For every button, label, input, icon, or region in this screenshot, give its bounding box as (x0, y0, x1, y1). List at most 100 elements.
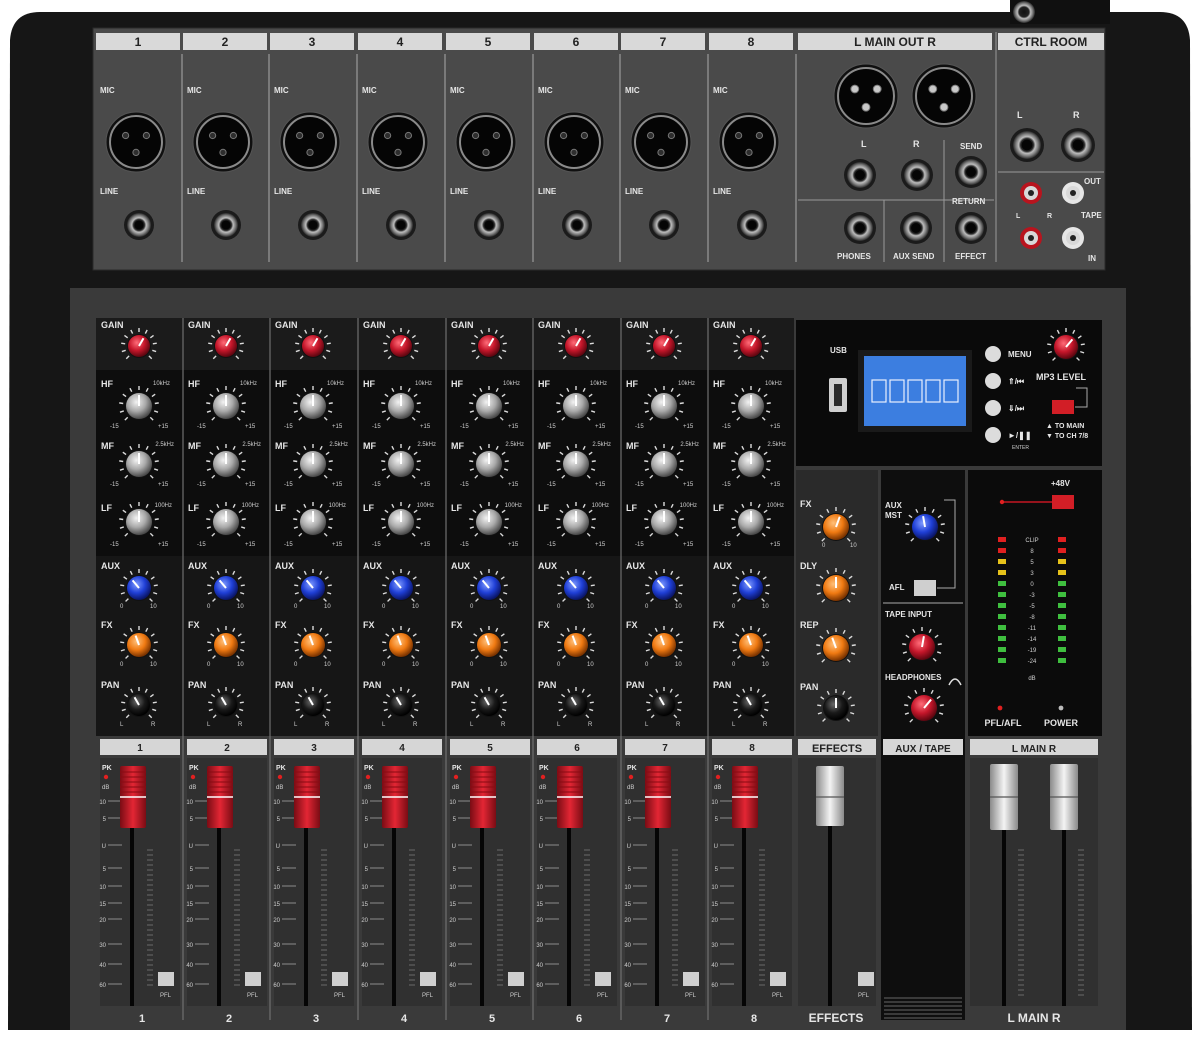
main-out-l-jack[interactable] (844, 159, 876, 191)
channel-fader[interactable] (207, 766, 233, 828)
channel-fader[interactable] (557, 766, 583, 828)
pfl-button[interactable] (158, 972, 174, 986)
tape-r-label: R (1047, 213, 1052, 220)
pfl-button[interactable] (595, 972, 611, 986)
mic-input-xlr[interactable] (455, 111, 517, 173)
effects-pfl-button[interactable] (858, 972, 874, 986)
hf-label: HF (626, 379, 638, 389)
fader-scale-mark: 30 (186, 943, 193, 949)
peak-led (628, 774, 634, 780)
meter-scale-mark: -11 (1028, 626, 1037, 632)
line-input-jack[interactable] (386, 210, 416, 240)
phantom-switch[interactable] (1052, 495, 1074, 509)
meter-db-label: dB (1028, 676, 1035, 682)
aux-max-label: 10 (500, 604, 507, 610)
mic-input-xlr[interactable] (105, 111, 167, 173)
pfl-button[interactable] (420, 972, 436, 986)
phones-jack[interactable] (844, 212, 876, 244)
mic-input-xlr[interactable] (718, 111, 780, 173)
channel-bottom-number: 7 (664, 1013, 670, 1025)
eq-min-label: -15 (547, 424, 556, 430)
pan-label: PAN (363, 680, 381, 690)
pfl-label: PFL (510, 993, 522, 999)
top-channel-number: 1 (135, 35, 142, 49)
main-fader-r[interactable] (1050, 764, 1078, 830)
aux-tape-title: AUX / TAPE (895, 744, 951, 755)
channel-fader[interactable] (645, 766, 671, 828)
menu-button[interactable] (985, 346, 1001, 362)
main-out-r-jack[interactable] (901, 159, 933, 191)
line-input-jack[interactable] (474, 210, 504, 240)
next-button[interactable] (985, 400, 1001, 416)
eq-min-label: -15 (110, 482, 119, 488)
play-pause-button[interactable] (985, 427, 1001, 443)
mic-input-xlr[interactable] (279, 111, 341, 173)
tape-out-l-rca[interactable] (1020, 182, 1042, 204)
pfl-button[interactable] (245, 972, 261, 986)
eq-min-label: -15 (547, 542, 556, 548)
top-channel-number: 7 (660, 35, 667, 49)
effects-max-label: 10 (850, 543, 857, 549)
mic-input-xlr[interactable] (367, 111, 429, 173)
afl-button[interactable] (914, 580, 936, 596)
aux-max-label: 10 (587, 604, 594, 610)
ctrl-room-l-jack[interactable] (1010, 128, 1044, 162)
next-label: ⇓/⏭ (1008, 404, 1025, 413)
channel-fader[interactable] (470, 766, 496, 828)
fader-scale-mark: 40 (186, 963, 193, 969)
effects-fader[interactable] (816, 766, 844, 826)
line-input-jack[interactable] (649, 210, 679, 240)
to-main-switch[interactable] (1052, 400, 1074, 414)
tape-out-r-rca[interactable] (1062, 182, 1084, 204)
mic-input-xlr[interactable] (543, 111, 605, 173)
ctrl-room-title: CTRL ROOM (1015, 35, 1087, 49)
main-out-l-xlr[interactable] (833, 63, 899, 129)
ctrl-room-r-jack[interactable] (1061, 128, 1095, 162)
lf-label: LF (275, 503, 286, 513)
channel-fader[interactable] (732, 766, 758, 828)
hf-freq-label: 10kHz (415, 381, 432, 387)
meter-led-l (998, 570, 1006, 575)
pfl-button[interactable] (683, 972, 699, 986)
aux-label: AUX (626, 561, 645, 571)
eq-min-label: -15 (197, 482, 206, 488)
meter-led-r (1058, 636, 1066, 641)
eq-max-label: +15 (245, 542, 256, 548)
main-out-r-xlr[interactable] (911, 63, 977, 129)
tape-in-r-rca[interactable] (1062, 227, 1084, 249)
pfl-button[interactable] (770, 972, 786, 986)
mic-input-xlr[interactable] (192, 111, 254, 173)
eq-min-label: -15 (372, 542, 381, 548)
eq-max-label: +15 (332, 482, 343, 488)
pfl-button[interactable] (332, 972, 348, 986)
main-fader-l[interactable] (990, 764, 1018, 830)
line-input-jack[interactable] (737, 210, 767, 240)
main-out-l-label: L (861, 139, 867, 149)
mf-freq-label: 2.5kHz (417, 442, 436, 448)
pfl-button[interactable] (508, 972, 524, 986)
line-input-jack[interactable] (298, 210, 328, 240)
prev-button[interactable] (985, 373, 1001, 389)
return-jack[interactable] (955, 212, 987, 244)
line-input-jack[interactable] (124, 210, 154, 240)
pfl-label: PFL (160, 993, 172, 999)
channel-fader[interactable] (294, 766, 320, 828)
peak-led (540, 774, 546, 780)
channel-fader[interactable] (120, 766, 146, 828)
aux-send-jack[interactable] (900, 212, 932, 244)
fader-scale-mark: 30 (361, 943, 368, 949)
line-input-jack[interactable] (211, 210, 241, 240)
main-bottom-label: L MAIN R (1007, 1011, 1060, 1025)
fader-scale-mark: 60 (624, 983, 631, 989)
channel-fader[interactable] (382, 766, 408, 828)
send-jack[interactable] (955, 156, 987, 188)
aux-max-label: 10 (324, 604, 331, 610)
tape-in-l-rca[interactable] (1020, 227, 1042, 249)
channel-bottom-number: 3 (313, 1013, 319, 1025)
line-input-jack[interactable] (562, 210, 592, 240)
top-channel-number: 3 (309, 35, 316, 49)
ctrl-room-r-label: R (1073, 110, 1080, 120)
mic-input-xlr[interactable] (630, 111, 692, 173)
tape-in-label: IN (1088, 254, 1096, 263)
eq-min-label: -15 (284, 424, 293, 430)
